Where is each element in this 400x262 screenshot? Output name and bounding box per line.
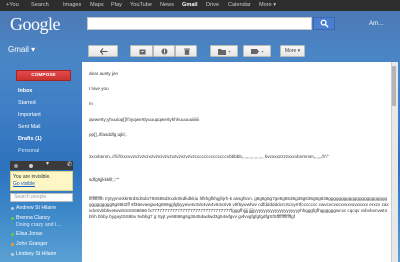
folder-icon [218, 49, 231, 55]
search-icon [320, 19, 329, 28]
delete-button[interactable] [175, 45, 197, 57]
search-button[interactable] [313, 17, 335, 30]
search-input[interactable] [87, 17, 312, 30]
message-line: sdfghjjkkklll;;:”” [89, 177, 120, 182]
message-line: pp[],.llfasddfg;ujkl;. [89, 132, 128, 137]
google-bar: +You Search Images Maps Play YouTube New… [0, 0, 400, 11]
contact-status-message: Doing crazy and l… [16, 222, 62, 228]
sidebar-item-drafts[interactable]: Drafts (1) [18, 136, 42, 142]
topbar-gmail[interactable]: Gmail [182, 0, 198, 11]
presence-dot-icon [11, 207, 14, 210]
user-account-link[interactable]: Am… [369, 21, 384, 27]
status-dot-icon[interactable] [14, 163, 18, 168]
label-icon [251, 49, 264, 54]
presence-dot-icon [11, 217, 14, 220]
sidebar-item-starred[interactable]: Starred [18, 100, 36, 106]
back-arrow-icon [100, 48, 108, 55]
presence-dot-icon [11, 243, 14, 246]
message-line: qwwerty;yhuuiop[]\\\\yqwerttyuuupqwertyh… [89, 117, 200, 122]
sidebar-item-personal[interactable]: Personal [18, 148, 39, 154]
message-line: dear aunty jen [89, 71, 119, 76]
topbar-more[interactable]: More ▾ [259, 0, 276, 11]
message-block: ffffffffffh rrytyymnkkr6rdSdSdo75S555dSx… [89, 196, 389, 219]
sidebar-item-sent-mail[interactable]: Sent Mail [18, 124, 40, 130]
go-visible-link[interactable]: Go visible [13, 181, 35, 187]
report-spam-button[interactable] [153, 45, 175, 57]
topbar-maps[interactable]: Maps [90, 0, 104, 11]
topbar-you[interactable]: +You [6, 0, 19, 11]
topbar-play[interactable]: Play [111, 0, 122, 11]
topbar-images[interactable]: Images [63, 0, 81, 11]
message-line: m [89, 101, 93, 106]
more-button[interactable]: More ▾ [280, 45, 305, 57]
contact-item[interactable]: John Granger [16, 241, 48, 247]
chevron-down-icon[interactable]: ▾ [46, 160, 49, 167]
move-to-button[interactable] [210, 45, 238, 57]
contact-item[interactable]: Brenna Clancy [16, 215, 50, 221]
phone-icon[interactable]: ✆ [67, 161, 72, 168]
gmail-menu[interactable]: Gmail ▾ [8, 45, 35, 54]
topbar-youtube[interactable]: YouTube [130, 0, 152, 11]
message-line: I love you [89, 86, 109, 91]
contact-item[interactable]: Andrew St Hilaire [16, 205, 56, 211]
invisible-notice: You are invisible. Go visible [10, 171, 73, 191]
compose-button[interactable]: COMPOSE [16, 70, 71, 81]
invisible-text: You are invisible. [13, 174, 51, 180]
google-logo[interactable]: Google [10, 14, 61, 35]
sidebar-item-important[interactable]: Important [18, 112, 41, 118]
back-button[interactable] [88, 45, 118, 57]
trash-icon [184, 48, 190, 55]
archive-button[interactable] [130, 45, 153, 57]
contact-item[interactable]: Lindsey St Hilaire [16, 251, 56, 257]
presence-dot-icon [11, 233, 14, 236]
scrollbar-thumb[interactable] [392, 66, 396, 106]
chat-status-icon[interactable] [29, 163, 33, 168]
compose-body[interactable]: dear aunty jen I love you m qwwerty;yhuu… [82, 62, 393, 262]
chat-header: ▾ ✆ [10, 161, 73, 170]
topbar-search[interactable]: Search [31, 0, 49, 11]
search-people-input[interactable]: Search people [10, 193, 73, 202]
contact-item[interactable]: Elisa Jonas [16, 231, 43, 237]
message-line: zxcvbnnm,.///////zxcvvzvzvzvzvzvzvzvzvzv… [89, 154, 329, 159]
presence-dot-icon [11, 253, 14, 256]
topbar-calendar[interactable]: Calendar [228, 0, 251, 11]
topbar-drive[interactable]: Drive [206, 0, 219, 11]
sidebar-item-inbox[interactable]: Inbox [18, 88, 32, 94]
spam-icon [161, 48, 168, 55]
labels-button[interactable] [243, 45, 271, 57]
archive-icon [139, 49, 146, 55]
topbar-news[interactable]: News [160, 0, 174, 11]
